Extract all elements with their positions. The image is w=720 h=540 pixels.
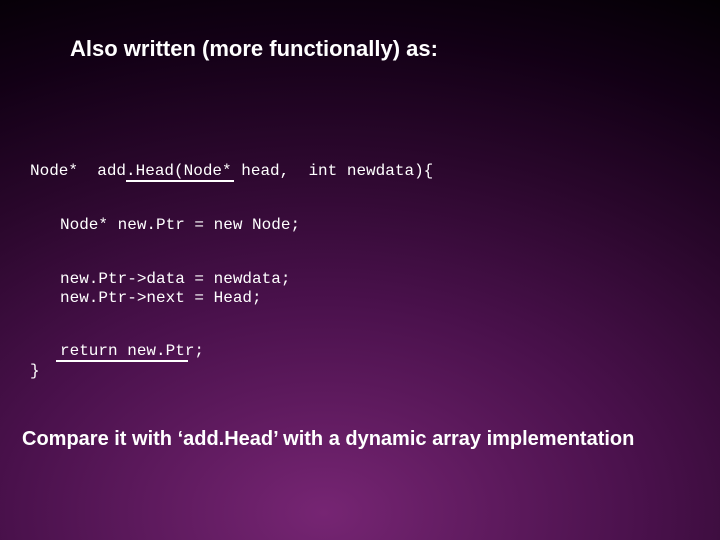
slide-footer: Compare it with ‘add.Head’ with a dynami…: [22, 428, 634, 451]
underline-return: [56, 360, 188, 362]
code-line-next: new.Ptr->next = Head;: [60, 289, 262, 307]
code-signature: Node* add.Head(Node* head, int newdata){: [30, 162, 433, 180]
code-close-brace: }: [30, 362, 40, 380]
slide-title: Also written (more functionally) as:: [70, 36, 438, 62]
code-line-newptr: Node* new.Ptr = new Node;: [60, 216, 300, 234]
code-line-return: return new.Ptr;: [60, 342, 204, 360]
code-line-data: new.Ptr->data = newdata;: [60, 270, 290, 288]
underline-addhead: [126, 180, 234, 182]
